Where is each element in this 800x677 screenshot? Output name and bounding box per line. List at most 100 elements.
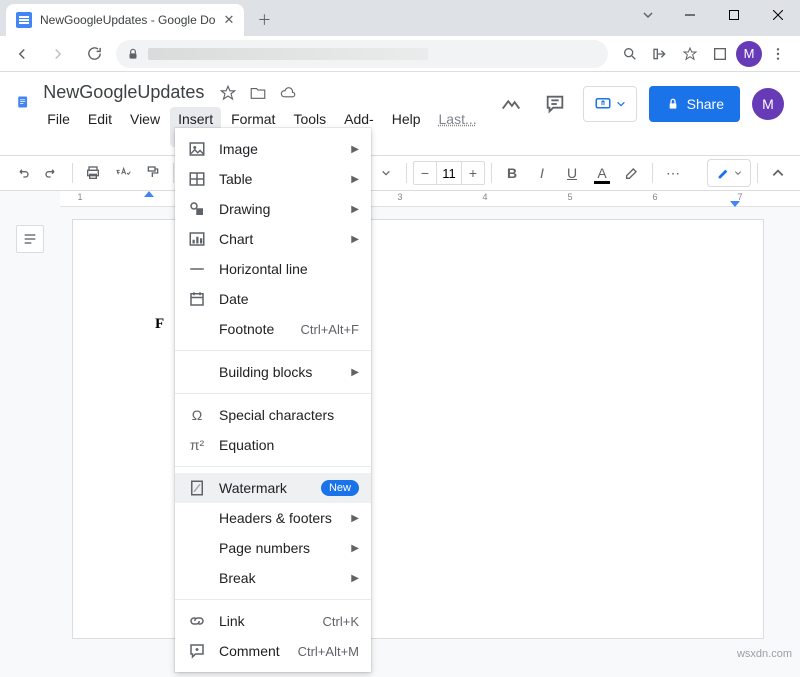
more-tools-button[interactable]: ⋯ bbox=[659, 159, 687, 187]
chevron-right-icon: ▶ bbox=[351, 174, 359, 185]
share-label: Share bbox=[687, 96, 724, 112]
font-increase-button[interactable]: + bbox=[462, 165, 484, 181]
menu-item-watermark[interactable]: Watermark New bbox=[175, 473, 371, 503]
ruler-indent-marker[interactable] bbox=[144, 191, 154, 197]
menu-item-drawing[interactable]: Drawing ▶ bbox=[175, 194, 371, 224]
redo-button[interactable] bbox=[38, 159, 66, 187]
font-size-control: − 11 + bbox=[413, 161, 485, 185]
menu-edit[interactable]: Edit bbox=[80, 107, 120, 147]
paint-format-button[interactable] bbox=[139, 159, 167, 187]
docs-profile-avatar[interactable]: M bbox=[752, 88, 784, 120]
address-bar[interactable] bbox=[116, 40, 608, 68]
menu-item-break[interactable]: Break ▶ bbox=[175, 563, 371, 593]
print-button[interactable] bbox=[79, 159, 107, 187]
font-decrease-button[interactable]: − bbox=[414, 165, 436, 181]
menu-item-horizontal-line[interactable]: Horizontal line bbox=[175, 254, 371, 284]
menu-item-building-blocks[interactable]: Building blocks ▶ bbox=[175, 357, 371, 387]
zoom-icon[interactable] bbox=[616, 40, 644, 68]
maximize-button[interactable] bbox=[712, 0, 756, 30]
page-numbers-icon bbox=[187, 538, 207, 558]
chevron-right-icon: ▶ bbox=[351, 543, 359, 554]
drawing-icon bbox=[187, 199, 207, 219]
menu-last-edit[interactable]: Last... bbox=[431, 107, 485, 147]
star-icon[interactable] bbox=[218, 83, 238, 103]
font-size-input[interactable]: 11 bbox=[436, 162, 462, 184]
share-url-icon[interactable] bbox=[646, 40, 674, 68]
horizontal-line-icon bbox=[187, 259, 207, 279]
menu-help[interactable]: Help bbox=[384, 107, 429, 147]
cloud-status-icon[interactable] bbox=[278, 83, 298, 103]
window-controls bbox=[668, 0, 800, 30]
present-button[interactable] bbox=[583, 86, 637, 122]
menu-separator bbox=[175, 350, 371, 351]
ruler-tick: 6 bbox=[652, 192, 657, 202]
menu-item-footnote[interactable]: Footnote Ctrl+Alt+F bbox=[175, 314, 371, 344]
italic-button[interactable]: I bbox=[528, 159, 556, 187]
menu-item-special-characters[interactable]: Ω Special characters bbox=[175, 400, 371, 430]
text-color-button[interactable]: A bbox=[588, 159, 616, 187]
back-button[interactable] bbox=[8, 40, 36, 68]
url-text bbox=[148, 48, 428, 60]
menu-item-date[interactable]: Date bbox=[175, 284, 371, 314]
tab-title: NewGoogleUpdates - Google Do bbox=[40, 13, 215, 27]
tab-search-icon[interactable] bbox=[628, 0, 668, 30]
reload-button[interactable] bbox=[80, 40, 108, 68]
browser-profile-avatar[interactable]: M bbox=[736, 41, 762, 67]
comments-icon[interactable] bbox=[539, 88, 571, 120]
chart-icon bbox=[187, 229, 207, 249]
link-icon bbox=[187, 611, 207, 631]
menu-file[interactable]: File bbox=[39, 107, 78, 147]
menu-item-link[interactable]: Link Ctrl+K bbox=[175, 606, 371, 636]
insert-menu-dropdown: Image ▶ Table ▶ Drawing ▶ Chart ▶ Horizo… bbox=[175, 128, 371, 672]
footnote-icon bbox=[187, 319, 207, 339]
undo-button[interactable] bbox=[8, 159, 36, 187]
collapse-toolbar-button[interactable] bbox=[764, 159, 792, 187]
share-button[interactable]: Share bbox=[649, 86, 740, 122]
new-tab-button[interactable]: ＋ bbox=[250, 6, 278, 34]
browser-titlebar: NewGoogleUpdates - Google Do ✕ ＋ bbox=[0, 0, 800, 36]
browser-menu-icon[interactable] bbox=[764, 40, 792, 68]
editing-mode-button[interactable] bbox=[707, 159, 751, 187]
chevron-right-icon: ▶ bbox=[351, 367, 359, 378]
activity-icon[interactable] bbox=[495, 88, 527, 120]
docs-favicon bbox=[16, 12, 32, 28]
underline-button[interactable]: U bbox=[558, 159, 586, 187]
highlight-button[interactable] bbox=[618, 159, 646, 187]
font-dropdown[interactable] bbox=[372, 159, 400, 187]
omega-icon: Ω bbox=[187, 405, 207, 425]
move-icon[interactable] bbox=[248, 83, 268, 103]
watermark-icon bbox=[187, 478, 207, 498]
menu-item-chart[interactable]: Chart ▶ bbox=[175, 224, 371, 254]
menu-separator bbox=[175, 393, 371, 394]
forward-button[interactable] bbox=[44, 40, 72, 68]
extensions-icon[interactable] bbox=[706, 40, 734, 68]
outline-button[interactable] bbox=[16, 225, 44, 253]
bookmark-icon[interactable] bbox=[676, 40, 704, 68]
close-tab-icon[interactable]: ✕ bbox=[223, 12, 234, 28]
chevron-right-icon: ▶ bbox=[351, 204, 359, 215]
menu-item-headers-footers[interactable]: Headers & footers ▶ bbox=[175, 503, 371, 533]
calendar-icon bbox=[187, 289, 207, 309]
new-badge: New bbox=[321, 480, 359, 496]
bold-button[interactable]: B bbox=[498, 159, 526, 187]
menu-item-equation[interactable]: π² Equation bbox=[175, 430, 371, 460]
minimize-button[interactable] bbox=[668, 0, 712, 30]
menu-item-image[interactable]: Image ▶ bbox=[175, 134, 371, 164]
browser-tab[interactable]: NewGoogleUpdates - Google Do ✕ bbox=[6, 4, 244, 36]
ruler-right-margin-marker[interactable] bbox=[730, 201, 740, 207]
horizontal-ruler[interactable]: 1 1 2 3 4 5 6 7 bbox=[60, 191, 800, 207]
browser-toolbar: M bbox=[0, 36, 800, 72]
menu-separator bbox=[175, 599, 371, 600]
menu-item-page-numbers[interactable]: Page numbers ▶ bbox=[175, 533, 371, 563]
menu-view[interactable]: View bbox=[122, 107, 168, 147]
docs-logo[interactable] bbox=[16, 84, 29, 120]
close-window-button[interactable] bbox=[756, 0, 800, 30]
document-title[interactable]: NewGoogleUpdates bbox=[39, 80, 208, 105]
chevron-right-icon: ▶ bbox=[351, 144, 359, 155]
toolbar: − 11 + B I U A ⋯ bbox=[0, 155, 800, 191]
menu-item-comment[interactable]: Comment Ctrl+Alt+M bbox=[175, 636, 371, 666]
spellcheck-button[interactable] bbox=[109, 159, 137, 187]
menu-item-table[interactable]: Table ▶ bbox=[175, 164, 371, 194]
ruler-tick: 4 bbox=[482, 192, 487, 202]
image-icon bbox=[187, 139, 207, 159]
